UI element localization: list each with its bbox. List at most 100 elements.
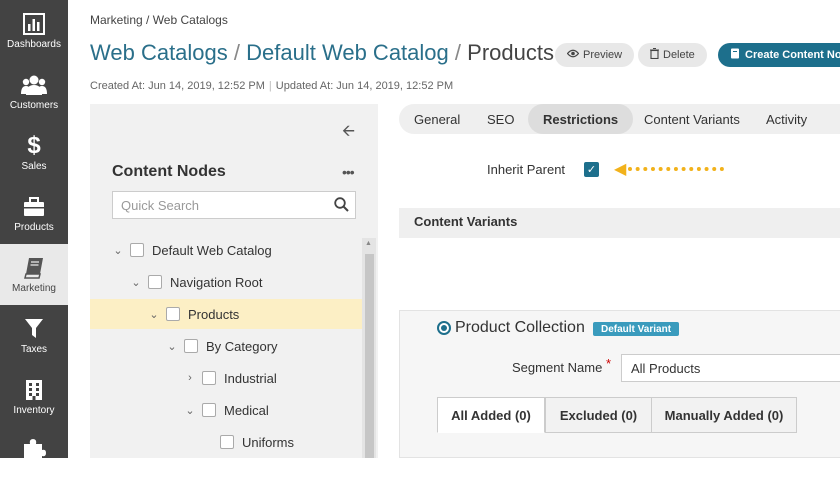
sidebar-item-label: Marketing [12, 283, 56, 294]
tab-content-variants[interactable]: Content Variants [629, 104, 755, 134]
node-checkbox[interactable] [148, 275, 162, 289]
inherit-parent-label: Inherit Parent [487, 162, 566, 177]
required-marker: * [605, 356, 612, 371]
preview-button[interactable]: Preview [555, 43, 635, 67]
book-icon [24, 255, 44, 281]
sidebar-item-label: Products [14, 222, 54, 233]
bar-chart-icon [23, 11, 45, 37]
title-separator: / [233, 40, 241, 65]
sidebar-item-inventory[interactable]: Inventory [0, 366, 68, 427]
segment-name-input[interactable]: All Products [621, 354, 840, 382]
variant-title: Product Collection [455, 319, 585, 336]
tree-node[interactable]: ⌄ Default Web Catalog [112, 235, 272, 265]
node-checkbox[interactable] [166, 307, 180, 321]
chevron-down-icon[interactable]: ⌄ [112, 244, 124, 257]
page-title: Web Catalogs / Default Web Catalog / Pro… [90, 40, 554, 66]
created-at: Created At: Jun 14, 2019, 12:52 PM [90, 80, 265, 92]
tree-node-label: Medical [224, 402, 269, 418]
default-variant-radio[interactable] [437, 321, 451, 335]
tab-general[interactable]: General [399, 104, 475, 134]
search-icon[interactable] [334, 197, 349, 215]
segment-name-label: Segment Name * [512, 356, 612, 375]
tree-node-label: Products [188, 306, 240, 322]
sidebar-item-label: Inventory [13, 405, 55, 416]
subtab-all-added[interactable]: All Added (0) [437, 397, 545, 433]
inherit-parent-checkbox[interactable]: ✓ [584, 162, 599, 177]
record-meta: Created At: Jun 14, 2019, 12:52 PM | Updat… [90, 80, 453, 92]
sidebar-item-label: Taxes [20, 344, 48, 355]
building-icon [25, 377, 43, 403]
chevron-down-icon[interactable]: ⌄ [184, 404, 196, 417]
tree-node-label: By Category [206, 338, 278, 354]
scrollbar-thumb[interactable] [365, 254, 374, 458]
arrow-head-icon: ◀ [614, 161, 627, 178]
create-content-node-button[interactable]: Create Content Node [718, 43, 840, 67]
chevron-right-icon[interactable]: › [184, 372, 196, 384]
title-link-default-web-catalog[interactable]: Default Web Catalog [246, 40, 449, 65]
chevron-down-icon[interactable]: ⌄ [166, 340, 178, 353]
tab-bar: General SEO Restrictions Content Variant… [399, 104, 840, 134]
sidebar-item-products[interactable]: Products [0, 183, 68, 244]
tab-restrictions[interactable]: Restrictions [528, 104, 634, 134]
quick-search-input[interactable]: Quick Search [112, 191, 356, 219]
title-separator: / [454, 40, 462, 65]
sidebar-item-label: Dashboards [7, 39, 61, 50]
sidebar-item-customers[interactable]: Customers [0, 61, 68, 122]
tree-node[interactable]: › Industrial [184, 363, 277, 393]
tree-node[interactable]: ⌄ By Category [166, 331, 278, 361]
main-sidebar: Dashboards Customers $ Sales Products Ma… [0, 0, 68, 461]
eye-icon [566, 49, 580, 61]
preview-label: Preview [583, 49, 623, 61]
tree-node[interactable]: ⌄ Medical [184, 395, 269, 425]
content-nodes-panel: 🡨 Content Nodes ••• Quick Search ⌄ Defau… [90, 104, 378, 458]
chevron-down-icon[interactable]: ⌄ [130, 276, 142, 289]
subtab-excluded[interactable]: Excluded (0) [545, 397, 652, 433]
meta-divider: | [268, 80, 272, 92]
tree-node-label: Uniforms [242, 434, 295, 450]
annotation-arrow: ◀ [614, 161, 725, 178]
sidebar-item-sales[interactable]: $ Sales [0, 122, 68, 183]
breadcrumb[interactable]: Marketing / Web Catalogs [90, 13, 228, 27]
title-link-web-catalogs[interactable]: Web Catalogs [90, 40, 228, 65]
sidebar-item-dashboards[interactable]: Dashboards [0, 0, 68, 61]
delete-button[interactable]: Delete [638, 43, 707, 67]
scroll-up-icon[interactable]: ▲ [365, 240, 372, 247]
puzzle-icon [22, 435, 46, 461]
briefcase-icon [23, 194, 45, 220]
tree-node[interactable]: Uniforms [202, 427, 294, 457]
tab-activity[interactable]: Activity [751, 104, 822, 134]
updated-at: Updated At: Jun 14, 2019, 12:52 PM [275, 80, 454, 92]
node-checkbox[interactable] [130, 243, 144, 257]
users-icon [21, 72, 47, 98]
tree-node[interactable]: ⌄ Navigation Root [130, 267, 263, 297]
tree-node-label: Default Web Catalog [152, 242, 272, 258]
checkmark-icon: ✓ [586, 164, 597, 176]
book-icon [730, 48, 740, 62]
more-options-icon[interactable]: ••• [342, 164, 355, 180]
node-checkbox[interactable] [202, 403, 216, 417]
tab-seo[interactable]: SEO [472, 104, 529, 134]
title-current: Products [467, 40, 554, 65]
sidebar-item-label: Customers [9, 100, 59, 111]
content-nodes-title: Content Nodes [112, 163, 226, 180]
tree-node-label: Industrial [224, 370, 277, 386]
tree-node-label: Navigation Root [170, 274, 263, 290]
search-placeholder: Quick Search [121, 197, 200, 213]
arrow-left-icon[interactable]: 🡨 [342, 120, 355, 147]
chevron-down-icon[interactable]: ⌄ [148, 308, 160, 321]
sidebar-item-marketing[interactable]: Marketing [0, 244, 68, 305]
trash-icon [650, 47, 659, 62]
node-checkbox[interactable] [220, 435, 234, 449]
sidebar-item-taxes[interactable]: Taxes [0, 305, 68, 366]
dollar-icon: $ [27, 132, 41, 159]
tree-scrollbar[interactable]: ▲ [362, 238, 376, 458]
default-variant-badge: Default Variant [593, 322, 680, 336]
node-checkbox[interactable] [184, 339, 198, 353]
filter-icon [24, 316, 44, 342]
sidebar-item-label: Sales [21, 161, 47, 172]
create-content-node-label: Create Content Node [745, 49, 840, 61]
tree-node-selected[interactable]: ⌄ Products [90, 299, 362, 329]
content-variants-header: Content Variants [399, 208, 840, 238]
node-checkbox[interactable] [202, 371, 216, 385]
subtab-manually-added[interactable]: Manually Added (0) [651, 397, 797, 433]
